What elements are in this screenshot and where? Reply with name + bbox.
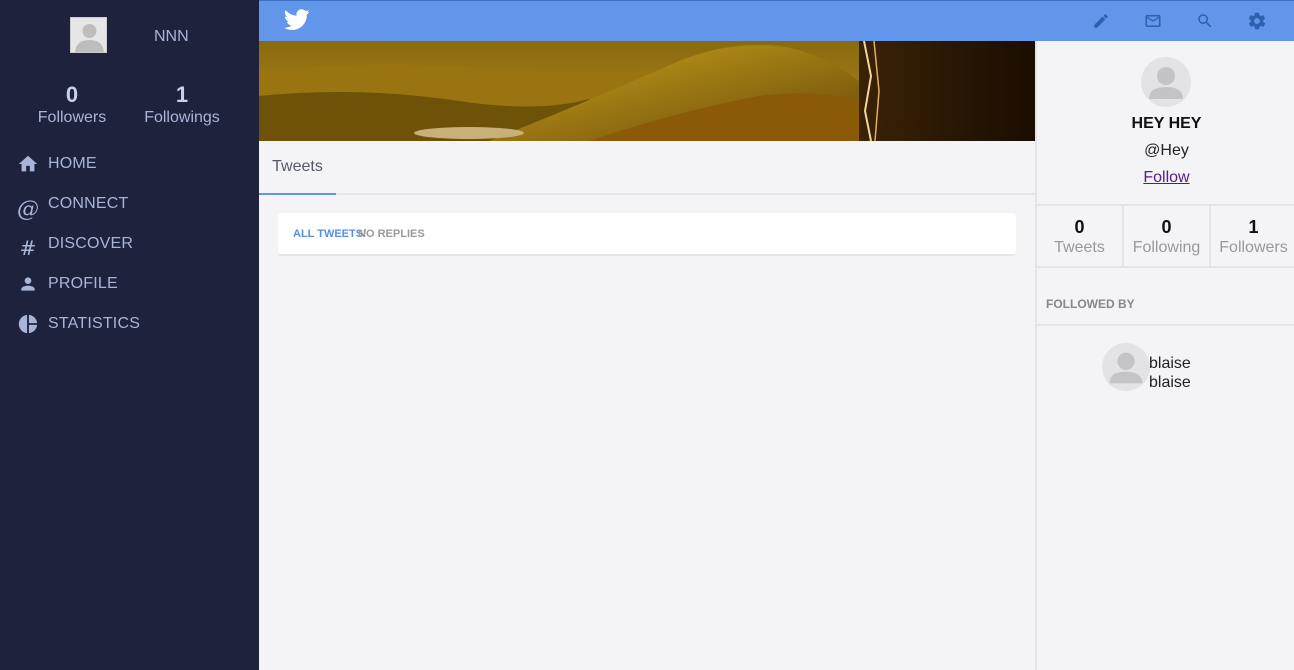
user-avatar[interactable]	[70, 17, 107, 53]
nav-home-label: HOME	[48, 155, 97, 172]
follow-link[interactable]: Follow	[1143, 169, 1189, 186]
username: NNN	[154, 28, 189, 45]
compose-icon[interactable]	[1089, 9, 1113, 33]
profile-handle: @Hey	[1144, 142, 1189, 159]
top-bar	[259, 0, 1294, 41]
nav-home[interactable]: HOME	[16, 150, 97, 178]
stat-following-count: 0	[1161, 217, 1172, 237]
nav-connect-label: CONNECT	[48, 195, 129, 212]
pie-chart-icon	[16, 312, 40, 336]
hash-icon: #	[19, 236, 37, 260]
followers-count: 0	[65, 82, 79, 107]
followers-label: Followers	[37, 109, 107, 126]
stat-followers-count: 1	[1248, 217, 1259, 237]
tab-tweets[interactable]: Tweets	[259, 141, 336, 195]
follower-name-line1: blaise	[1149, 355, 1191, 372]
at-icon: @	[17, 196, 39, 222]
nav-connect[interactable]: @ CONNECT	[16, 190, 129, 222]
nav-profile[interactable]: PROFILE	[16, 270, 118, 298]
home-icon	[16, 152, 40, 176]
search-icon[interactable]	[1193, 9, 1217, 33]
profile-tabs: Tweets	[259, 141, 1035, 195]
followings-label: Followings	[144, 109, 220, 126]
stat-followers-label: Followers	[1219, 239, 1288, 256]
followings-count: 1	[175, 82, 189, 107]
follower-name-line2: blaise	[1149, 374, 1191, 391]
stat-tweets-label: Tweets	[1054, 239, 1105, 256]
profile-panel: HEY HEY @Hey Follow 0 Tweets 0 Following…	[1035, 41, 1294, 670]
settings-icon[interactable]	[1245, 9, 1269, 33]
profile-stats: 0 Tweets 0 Following 1 Followers	[1037, 204, 1294, 268]
follower-name[interactable]: blaise blaise	[1149, 354, 1191, 392]
profile-name: HEY HEY	[1131, 115, 1202, 132]
mail-icon[interactable]	[1141, 9, 1165, 33]
followers-stat[interactable]: 0 Followers	[30, 82, 114, 128]
tweet-filter-card: ALL TWEETS/ NO REPLIES	[278, 213, 1016, 256]
profile-banner	[259, 41, 1035, 141]
followed-by-title: FOLLOWED BY	[1046, 297, 1135, 311]
filter-no-replies[interactable]: NO REPLIES	[355, 228, 425, 240]
nav-statistics[interactable]: STATISTICS	[16, 310, 140, 338]
stat-following-label: Following	[1132, 239, 1201, 256]
stat-followers[interactable]: 1 Followers	[1211, 206, 1294, 266]
nav-statistics-label: STATISTICS	[48, 315, 141, 332]
twitter-bird-icon[interactable]	[284, 9, 310, 33]
nav-discover[interactable]: # DISCOVER	[16, 230, 134, 260]
follower-avatar[interactable]	[1102, 343, 1150, 391]
divider	[1037, 324, 1294, 326]
nav-profile-label: PROFILE	[48, 275, 118, 292]
stat-tweets[interactable]: 0 Tweets	[1037, 206, 1124, 266]
stat-following[interactable]: 0 Following	[1124, 206, 1211, 266]
nav-discover-label: DISCOVER	[48, 235, 134, 252]
sidebar: NNN 0 Followers 1 Followings HOME @ CONN…	[0, 0, 259, 670]
person-icon	[16, 272, 40, 296]
followings-stat[interactable]: 1 Followings	[140, 82, 224, 128]
stat-tweets-count: 0	[1074, 217, 1085, 237]
profile-avatar	[1141, 57, 1191, 107]
